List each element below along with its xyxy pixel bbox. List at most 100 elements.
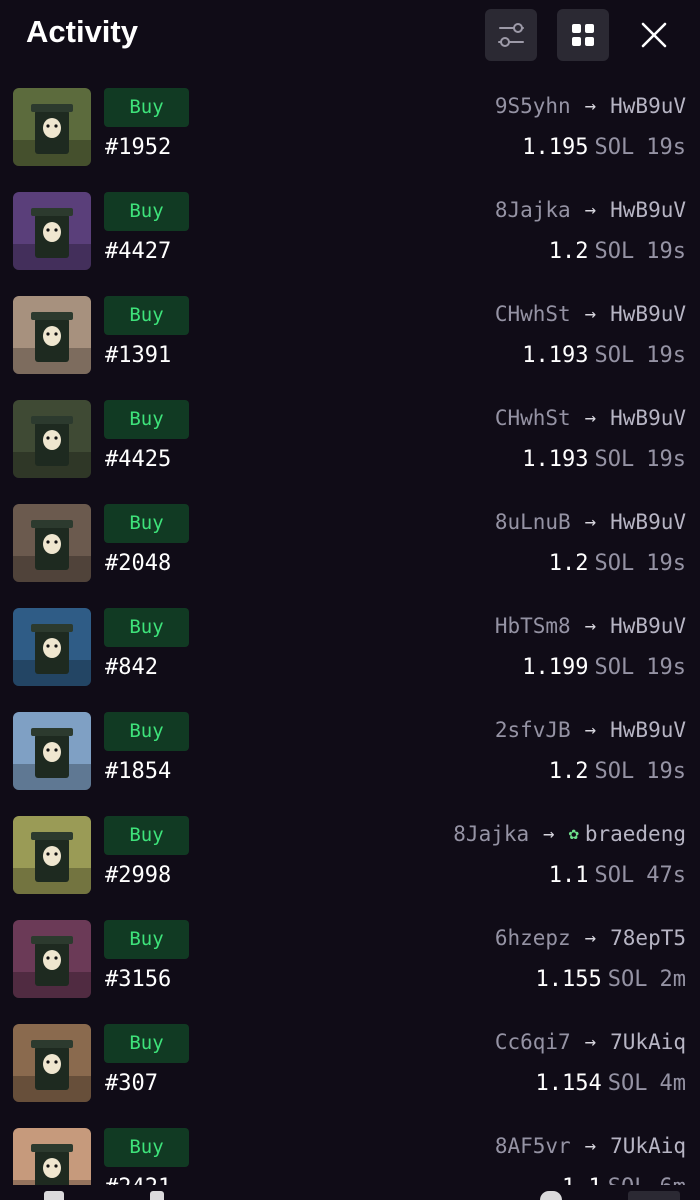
arrow-right-icon: → [584,615,597,637]
grid-view-icon [572,24,594,46]
to-address[interactable]: HwB9uV [610,406,686,430]
activity-row[interactable]: Buy #1391 CHwhSt → HwB9uV 1.193 SOL 19s [0,293,700,397]
token-id[interactable]: #2048 [105,551,171,576]
from-address[interactable]: HbTSm8 [495,614,571,638]
price-unit: SOL [594,135,635,160]
buy-badge: Buy [104,504,189,543]
token-id[interactable]: #3156 [105,967,171,992]
activity-row[interactable]: Buy #842 HbTSm8 → HwB9uV 1.199 SOL 19s [0,605,700,709]
to-address[interactable]: HwB9uV [610,94,686,118]
nft-thumbnail[interactable] [13,816,91,894]
price-line: 1.1 SOL 47s [549,863,686,888]
price-amount: 1.1 [562,1175,602,1185]
arrow-right-icon: → [584,1135,597,1157]
price-line: 1.199 SOL 19s [522,655,686,680]
from-address[interactable]: 8Jajka [495,198,571,222]
price-amount: 1.155 [535,967,602,992]
close-icon [641,22,667,48]
transfer-route: 9S5yhn → HwB9uV [495,94,686,118]
price-line: 1.2 SOL 19s [549,759,686,784]
time-ago: 19s [646,655,686,680]
arrow-right-icon: → [584,199,597,221]
to-address[interactable]: HwB9uV [610,614,686,638]
buy-badge: Buy [104,816,189,855]
from-address[interactable]: 8AF5vr [495,1134,571,1158]
activity-row[interactable]: Buy #2421 8AF5vr → 7UkAiq 1.1 SOL 6m [0,1125,700,1185]
time-ago: 6m [660,1175,687,1185]
verified-flower-icon: ✿ [568,824,579,844]
nft-thumbnail[interactable] [13,88,91,166]
activity-row[interactable]: Buy #2048 8uLnuB → HwB9uV 1.2 SOL 19s [0,501,700,605]
time-ago: 19s [646,759,686,784]
close-button[interactable] [628,9,680,61]
token-id[interactable]: #4425 [105,447,171,472]
price-amount: 1.195 [522,135,589,160]
sliders-icon [498,23,524,47]
time-ago: 47s [646,863,686,888]
token-id[interactable]: #2421 [105,1175,171,1185]
price-unit: SOL [594,343,635,368]
price-unit: SOL [594,655,635,680]
token-id[interactable]: #1854 [105,759,171,784]
transfer-route: 8uLnuB → HwB9uV [495,510,686,534]
from-address[interactable]: 6hzepz [495,926,571,950]
from-address[interactable]: CHwhSt [495,406,571,430]
buy-badge: Buy [104,1128,189,1167]
price-line: 1.154 SOL 4m [536,1071,686,1096]
nft-thumbnail[interactable] [13,400,91,478]
activity-row[interactable]: Buy #307 Cc6qi7 → 7UkAiq 1.154 SOL 4m [0,1021,700,1125]
activity-header: Activity [0,0,700,72]
price-unit: SOL [594,863,635,888]
time-ago: 19s [646,135,686,160]
to-address[interactable]: HwB9uV [610,718,686,742]
transfer-route: 8AF5vr → 7UkAiq [495,1134,686,1158]
buy-badge: Buy [104,192,189,231]
from-address[interactable]: Cc6qi7 [495,1030,571,1054]
nft-thumbnail[interactable] [13,608,91,686]
activity-row[interactable]: Buy #2998 8Jajka → ✿ braedeng 1.1 SOL 47s [0,813,700,917]
token-id[interactable]: #842 [105,655,158,680]
from-address[interactable]: 8uLnuB [495,510,571,534]
nft-thumbnail[interactable] [13,504,91,582]
nft-thumbnail[interactable] [13,1128,91,1185]
nft-thumbnail[interactable] [13,712,91,790]
token-id[interactable]: #2998 [105,863,171,888]
nft-thumbnail[interactable] [13,920,91,998]
from-address[interactable]: 2sfvJB [495,718,571,742]
arrow-right-icon: → [584,927,597,949]
grid-view-button[interactable] [557,9,609,61]
token-id[interactable]: #1391 [105,343,171,368]
price-line: 1.155 SOL 2m [536,967,686,992]
bottom-nav-edge [0,1185,700,1200]
activity-row[interactable]: Buy #4425 CHwhSt → HwB9uV 1.193 SOL 19s [0,397,700,501]
transfer-route: 6hzepz → 78epT5 [495,926,686,950]
activity-row[interactable]: Buy #3156 6hzepz → 78epT5 1.155 SOL 2m [0,917,700,1021]
activity-row[interactable]: Buy #1854 2sfvJB → HwB9uV 1.2 SOL 19s [0,709,700,813]
price-line: 1.2 SOL 19s [549,239,686,264]
token-id[interactable]: #4427 [105,239,171,264]
price-amount: 1.1 [548,863,589,888]
to-address[interactable]: HwB9uV [610,198,686,222]
time-ago: 19s [646,343,686,368]
price-amount: 1.199 [522,655,589,680]
nft-thumbnail[interactable] [13,192,91,270]
token-id[interactable]: #1952 [105,135,171,160]
nft-thumbnail[interactable] [13,1024,91,1102]
to-address[interactable]: 7UkAiq [610,1134,686,1158]
to-address[interactable]: HwB9uV [610,302,686,326]
to-address[interactable]: braedeng [585,822,686,846]
transfer-route: 2sfvJB → HwB9uV [495,718,686,742]
from-address[interactable]: CHwhSt [495,302,571,326]
to-address[interactable]: 78epT5 [610,926,686,950]
transfer-route: HbTSm8 → HwB9uV [495,614,686,638]
activity-row[interactable]: Buy #1952 9S5yhn → HwB9uV 1.195 SOL 19s [0,85,700,189]
to-address[interactable]: 7UkAiq [610,1030,686,1054]
activity-row[interactable]: Buy #4427 8Jajka → HwB9uV 1.2 SOL 19s [0,189,700,293]
filter-button[interactable] [485,9,537,61]
to-address[interactable]: HwB9uV [610,510,686,534]
nft-thumbnail[interactable] [13,296,91,374]
token-id[interactable]: #307 [105,1071,158,1096]
buy-badge: Buy [104,88,189,127]
from-address[interactable]: 8Jajka [453,822,529,846]
from-address[interactable]: 9S5yhn [495,94,571,118]
